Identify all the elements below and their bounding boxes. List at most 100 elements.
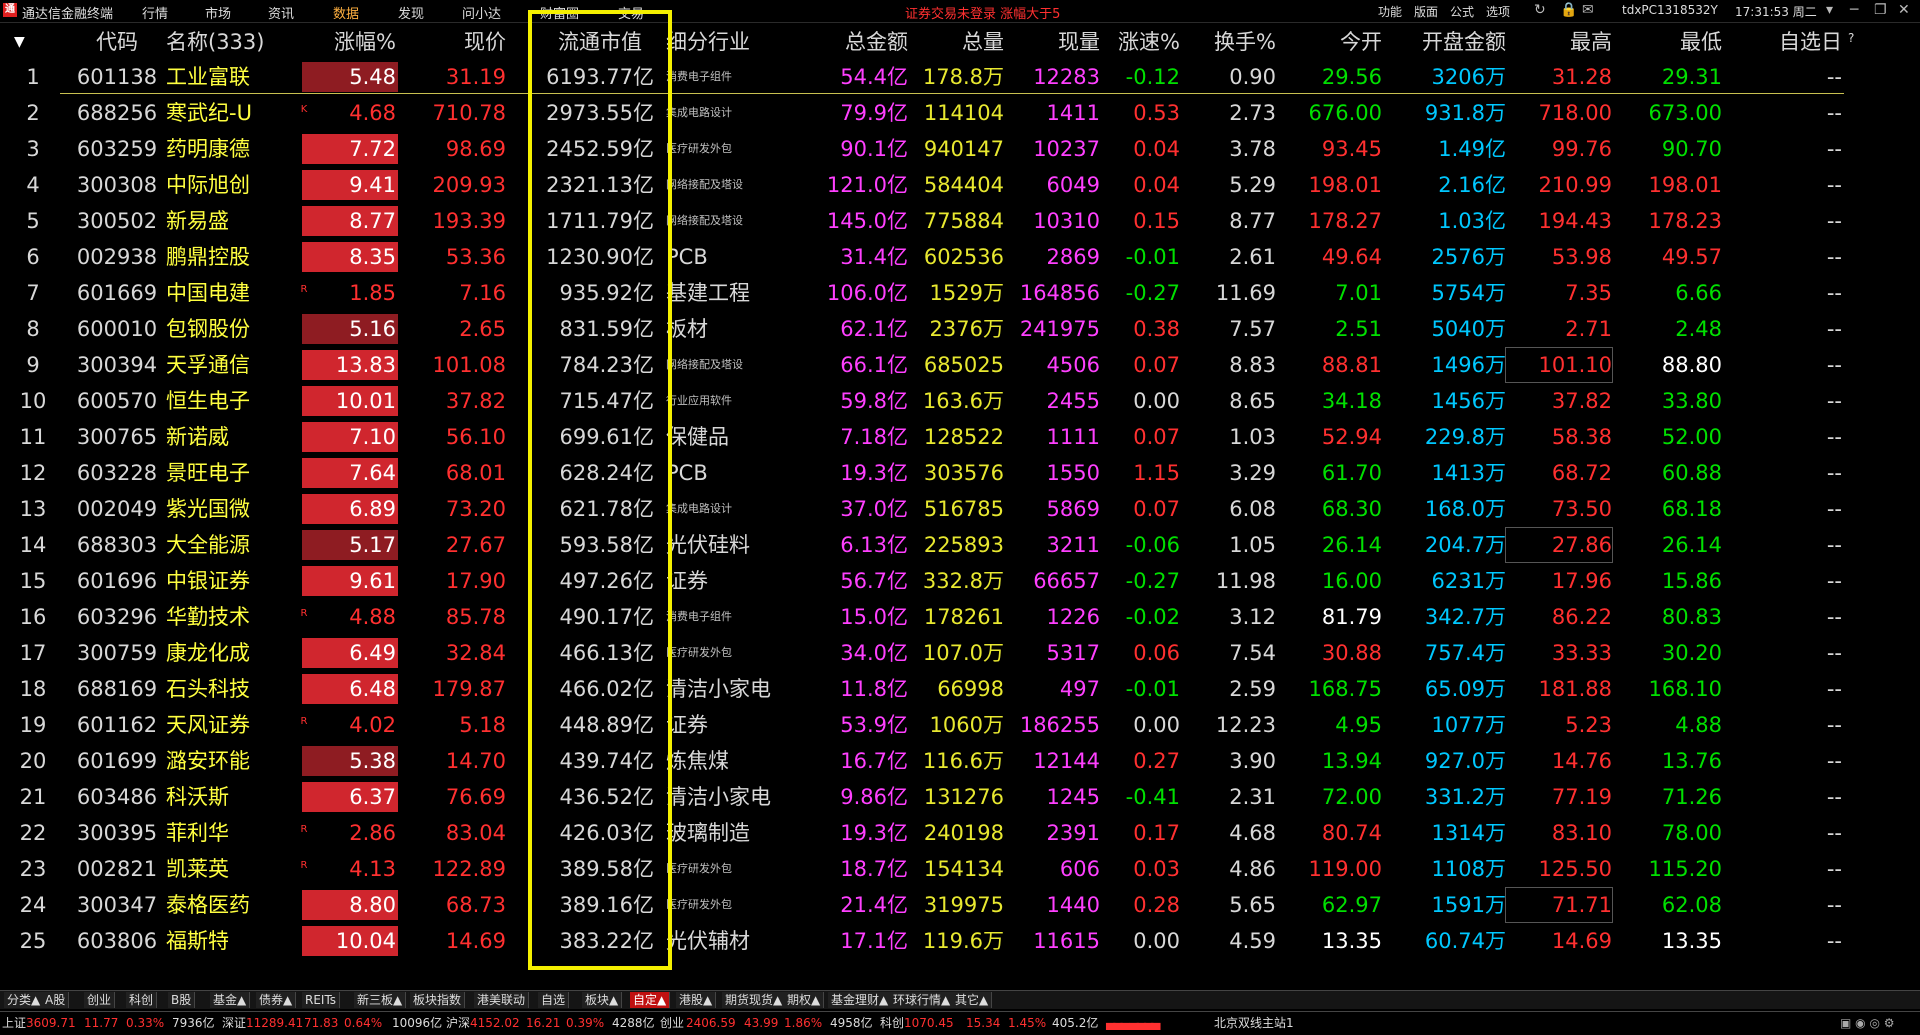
- cell-turnover[interactable]: 11.98: [1180, 564, 1276, 598]
- tab-category-4[interactable]: B股: [168, 992, 196, 1008]
- cell-industry[interactable]: 网络接配及塔设: [666, 204, 806, 238]
- cell-market-cap[interactable]: 389.16亿: [526, 888, 654, 922]
- cell-open-price[interactable]: 52.94: [1276, 420, 1382, 454]
- cell-stock-name[interactable]: 泰格医药: [166, 888, 296, 922]
- cell-stock-name[interactable]: 新诺威: [166, 420, 296, 454]
- cell-row-number[interactable]: 22: [12, 816, 54, 850]
- cell-stock-code[interactable]: 603806: [62, 924, 172, 958]
- tab-category-7[interactable]: REITs: [302, 992, 341, 1008]
- cell-change-pct[interactable]: 10.04: [302, 924, 396, 958]
- cell-market-cap[interactable]: 2973.55亿: [526, 96, 654, 130]
- cell-favorite-date[interactable]: --: [1722, 780, 1842, 814]
- cell-total-volume[interactable]: 1529万: [908, 276, 1004, 310]
- cell-change-pct[interactable]: 6.37: [302, 780, 396, 814]
- cell-open-price[interactable]: 2.51: [1276, 312, 1382, 346]
- cell-open-price[interactable]: 119.00: [1276, 852, 1382, 886]
- cell-open-amount[interactable]: 168.0万: [1382, 492, 1506, 526]
- cell-row-number[interactable]: 13: [12, 492, 54, 526]
- cell-stock-code[interactable]: 300308: [62, 168, 172, 202]
- cell-open-amount[interactable]: 931.8万: [1382, 96, 1506, 130]
- cell-change-pct[interactable]: 7.72: [302, 132, 396, 166]
- index-sz-value[interactable]: 11289.41: [246, 1013, 303, 1033]
- cell-low[interactable]: 6.66: [1612, 276, 1722, 310]
- cell-total-volume[interactable]: 1060万: [908, 708, 1004, 742]
- cell-change-pct[interactable]: 8.77: [302, 204, 396, 238]
- tab-category-18[interactable]: 环球行情▲: [890, 992, 955, 1008]
- cell-favorite-date[interactable]: --: [1722, 528, 1842, 562]
- tab-category-13[interactable]: 自定▲: [630, 992, 671, 1008]
- cell-favorite-date[interactable]: --: [1722, 348, 1842, 382]
- refresh-icon[interactable]: ↻: [1534, 2, 1546, 18]
- cell-row-number[interactable]: 10: [12, 384, 54, 418]
- cell-speed[interactable]: 0.53: [1100, 96, 1180, 130]
- menu-market[interactable]: 市场: [205, 3, 231, 22]
- cell-turnover[interactable]: 1.05: [1180, 528, 1276, 562]
- cell-total-amount[interactable]: 21.4亿: [808, 888, 908, 922]
- close-icon[interactable]: ✕: [1898, 2, 1910, 18]
- cell-high[interactable]: 99.76: [1506, 132, 1612, 166]
- tab-category-5[interactable]: 基金▲: [210, 992, 251, 1008]
- header-favorite-date[interactable]: 自选日: [1722, 26, 1842, 58]
- cell-low[interactable]: 29.31: [1612, 60, 1722, 94]
- tab-category-1[interactable]: A股: [42, 992, 70, 1008]
- cell-last-volume[interactable]: 1111: [1004, 420, 1100, 454]
- cell-change-pct[interactable]: 5.48: [302, 60, 396, 94]
- cell-total-amount[interactable]: 66.1亿: [808, 348, 908, 382]
- cell-total-amount[interactable]: 121.0亿: [808, 168, 908, 202]
- cell-last-volume[interactable]: 2455: [1004, 384, 1100, 418]
- cell-industry[interactable]: PCB: [666, 240, 806, 274]
- cell-change-pct[interactable]: 9.61: [302, 564, 396, 598]
- cell-stock-name[interactable]: 科沃斯: [166, 780, 296, 814]
- cell-high[interactable]: 58.38: [1506, 420, 1612, 454]
- cell-open-amount[interactable]: 1.49亿: [1382, 132, 1506, 166]
- cell-stock-code[interactable]: 601696: [62, 564, 172, 598]
- cell-speed[interactable]: -0.01: [1100, 240, 1180, 274]
- cell-stock-name[interactable]: 菲利华: [166, 816, 296, 850]
- cell-stock-code[interactable]: 300759: [62, 636, 172, 670]
- cell-high[interactable]: 14.69: [1506, 924, 1612, 958]
- cell-industry[interactable]: 医疗研发外包: [666, 852, 806, 886]
- cell-turnover[interactable]: 2.73: [1180, 96, 1276, 130]
- menu-layout[interactable]: 版面: [1414, 3, 1438, 20]
- cell-change-pct[interactable]: 1.85: [302, 276, 396, 310]
- cell-open-amount[interactable]: 2.16亿: [1382, 168, 1506, 202]
- cell-stock-code[interactable]: 600570: [62, 384, 172, 418]
- cell-favorite-date[interactable]: --: [1722, 888, 1842, 922]
- cell-market-cap[interactable]: 1711.79亿: [526, 204, 654, 238]
- header-last-volume[interactable]: 现量: [1004, 26, 1100, 58]
- cell-last-volume[interactable]: 2391: [1004, 816, 1100, 850]
- cell-speed[interactable]: 0.07: [1100, 420, 1180, 454]
- cell-turnover[interactable]: 7.54: [1180, 636, 1276, 670]
- cell-industry[interactable]: 清洁小家电: [666, 780, 806, 814]
- cell-speed[interactable]: -0.01: [1100, 672, 1180, 706]
- index-hs-value[interactable]: 4152.02: [470, 1013, 520, 1033]
- cell-price[interactable]: 85.78: [410, 600, 506, 634]
- cell-industry[interactable]: 消费电子组件: [666, 600, 806, 634]
- cell-market-cap[interactable]: 2452.59亿: [526, 132, 654, 166]
- cell-last-volume[interactable]: 10310: [1004, 204, 1100, 238]
- menu-wenxiaoda[interactable]: 问小达: [462, 3, 501, 22]
- cell-price[interactable]: 193.39: [410, 204, 506, 238]
- cell-market-cap[interactable]: 439.74亿: [526, 744, 654, 778]
- cell-price[interactable]: 68.73: [410, 888, 506, 922]
- cell-market-cap[interactable]: 621.78亿: [526, 492, 654, 526]
- cell-low[interactable]: 168.10: [1612, 672, 1722, 706]
- cell-speed[interactable]: 1.15: [1100, 456, 1180, 490]
- cell-turnover[interactable]: 5.29: [1180, 168, 1276, 202]
- cell-speed[interactable]: 0.15: [1100, 204, 1180, 238]
- cell-favorite-date[interactable]: --: [1722, 636, 1842, 670]
- cell-total-volume[interactable]: 303576: [908, 456, 1004, 490]
- header-open[interactable]: 今开: [1276, 26, 1382, 58]
- cell-open-price[interactable]: 198.01: [1276, 168, 1382, 202]
- cell-total-amount[interactable]: 7.18亿: [808, 420, 908, 454]
- cell-stock-code[interactable]: 603296: [62, 600, 172, 634]
- cell-speed[interactable]: 0.07: [1100, 348, 1180, 382]
- cell-low[interactable]: 90.70: [1612, 132, 1722, 166]
- cell-price[interactable]: 101.08: [410, 348, 506, 382]
- cell-high[interactable]: 101.10: [1505, 347, 1613, 383]
- cell-high[interactable]: 125.50: [1506, 852, 1612, 886]
- cell-speed[interactable]: -0.41: [1100, 780, 1180, 814]
- cell-high[interactable]: 37.82: [1506, 384, 1612, 418]
- cell-turnover[interactable]: 12.23: [1180, 708, 1276, 742]
- cell-low[interactable]: 71.26: [1612, 780, 1722, 814]
